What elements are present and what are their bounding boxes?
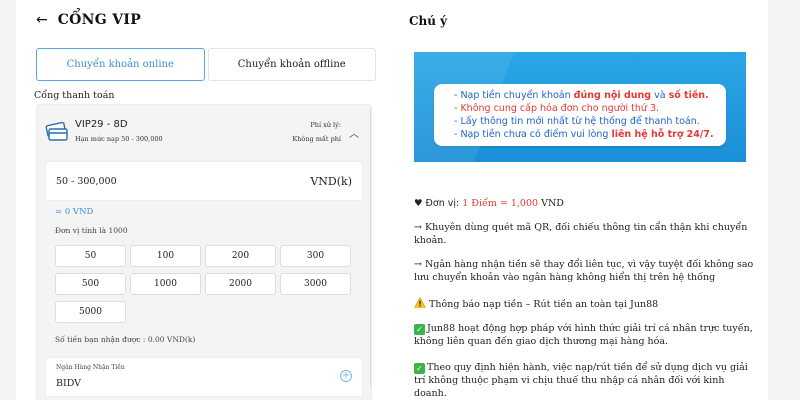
page-header: ← CỔNG VIP [36,12,141,28]
notes-title: Chú ý [409,14,448,28]
warning-icon [414,297,426,308]
banner-highlight: đúng nội dung [573,90,652,101]
page-title: CỔNG VIP [57,12,142,28]
gateway-card: VIP29 - 8D Hạn mức nạp 50 - 300,000 Phí … [36,104,372,400]
preset-amount-button[interactable]: 1000 [130,273,201,295]
arrow-left-icon[interactable]: ← [36,12,48,28]
banner-line: - Lấy thông tin mới nhất từ hệ thống để … [454,115,726,128]
preset-amount-button[interactable]: 300 [280,245,351,267]
banner-highlight: số tiền. [668,90,709,101]
chevron-up-icon[interactable]: ︿ [349,125,359,140]
preset-amount-button[interactable]: 100 [130,245,201,267]
check-icon: ✓ [414,363,425,374]
banner-line: - Nạp tiền chuyển khoản đúng nội dung và… [454,89,726,102]
note-text: Theo quy định hiện hành, việc nạp/rút ti… [414,362,748,399]
note-bank-change: → Ngân hàng nhận tiền sẽ thay đổi liên t… [414,259,754,283]
check-icon: ✓ [414,324,425,335]
fee-value: Không mất phí [292,135,341,143]
transfer-tabs: Chuyển khoản online Chuyển khoản offline [36,48,376,81]
tab-online-transfer[interactable]: Chuyển khoản online [36,48,205,81]
banner-text: từ hệ thống để thanh toán. [571,116,700,127]
preset-amount-button[interactable]: 200 [205,245,276,267]
note-tax: ✓ Theo quy định hiện hành, việc nạp/rút t… [414,361,756,400]
banner-text: - Nạp tiền chưa có điểm vui lòng [454,129,612,140]
tab-offline-transfer[interactable]: Chuyển khoản offline [207,48,376,81]
payment-method-vip29[interactable]: VIP29 - 8D Hạn mức nạp 50 - 300,000 Phí … [45,115,361,155]
deposit-panel: ← CỔNG VIP Chuyển khoản online Chuyển kh… [34,0,396,400]
preset-amount-button[interactable]: 3000 [280,273,351,295]
amount-range-placeholder: 50 - 300,000 [56,176,117,187]
banner-text: và [651,90,669,101]
banner-text: - Lấy thông tin mới nhất [454,116,572,127]
amount-unit: VND(k) [310,175,352,188]
scrollbar[interactable] [370,107,371,387]
bank-label: Ngân Hàng Nhận Tiền [56,364,125,371]
gateway-label: Cổng thanh toán [34,90,115,101]
note-qr: → Khuyên dùng quét mã QR, đối chiếu thôn… [414,222,748,246]
unit-note: Đơn vị tính là 1000 [55,226,128,235]
preset-amount-button[interactable]: 50 [55,245,126,267]
amount-equivalent: = 0 VND [55,207,94,217]
notes-panel: Chú ý - Nạp tiền chuyển khoản đúng nội d… [409,0,754,400]
banner-line: - Không cung cấp hóa đơn cho người thứ 3… [454,102,726,115]
payment-card-icon [45,121,68,141]
unit-prefix: ♥ Đơn vị: [414,198,463,209]
banner-highlight: liên hệ hỗ trợ 24/7. [611,129,714,140]
amount-input[interactable]: 50 - 300,000 VND(k) [45,161,363,201]
note-text: Jun88 hoạt động hợp pháp với hình thức g… [414,323,753,347]
notice-banner: - Nạp tiền chuyển khoản đúng nội dung và… [414,52,746,162]
preset-amount-button[interactable]: 500 [55,273,126,295]
unit-suffix: VND [538,198,564,209]
received-amount: Số tiền bạn nhận được : 0.00 VND(k) [55,335,196,344]
note-legal: ✓ Jun88 hoạt động hợp pháp với hình thức … [414,322,756,348]
unit-info: ♥ Đơn vị: 1 Điểm = 1,000 VND [414,197,756,210]
method-limit: Hạn mức nạp 50 - 300,000 [75,135,163,143]
method-name: VIP29 - 8D [75,119,128,130]
banner-line: - Nạp tiền chưa có điểm vui lòng liên hệ… [454,128,726,141]
preset-amount-button[interactable]: 2000 [205,273,276,295]
bank-value: BIDV [56,378,82,389]
unit-value: 1 Điểm = 1,000 [462,198,539,209]
preset-amount-button[interactable]: 5000 [55,301,126,323]
banner-card: - Nạp tiền chuyển khoản đúng nội dung và… [434,84,726,146]
bank-select[interactable]: Ngân Hàng Nhận Tiền BIDV + [45,357,363,397]
banner-text: - Nạp tiền chuyển khoản [454,90,574,101]
page: ← CỔNG VIP Chuyển khoản online Chuyển kh… [16,0,768,400]
fee-label: Phí xử lý: [310,121,341,129]
note-safe-deposit: Thông báo nạp tiền – Rút tiền an toàn tạ… [414,297,756,311]
plus-circle-icon[interactable]: + [340,370,352,382]
banner-highlight: - Không cung cấp hóa đơn cho người thứ 3… [454,103,660,114]
note-text: Thông báo nạp tiền – Rút tiền an toàn tạ… [429,299,659,310]
